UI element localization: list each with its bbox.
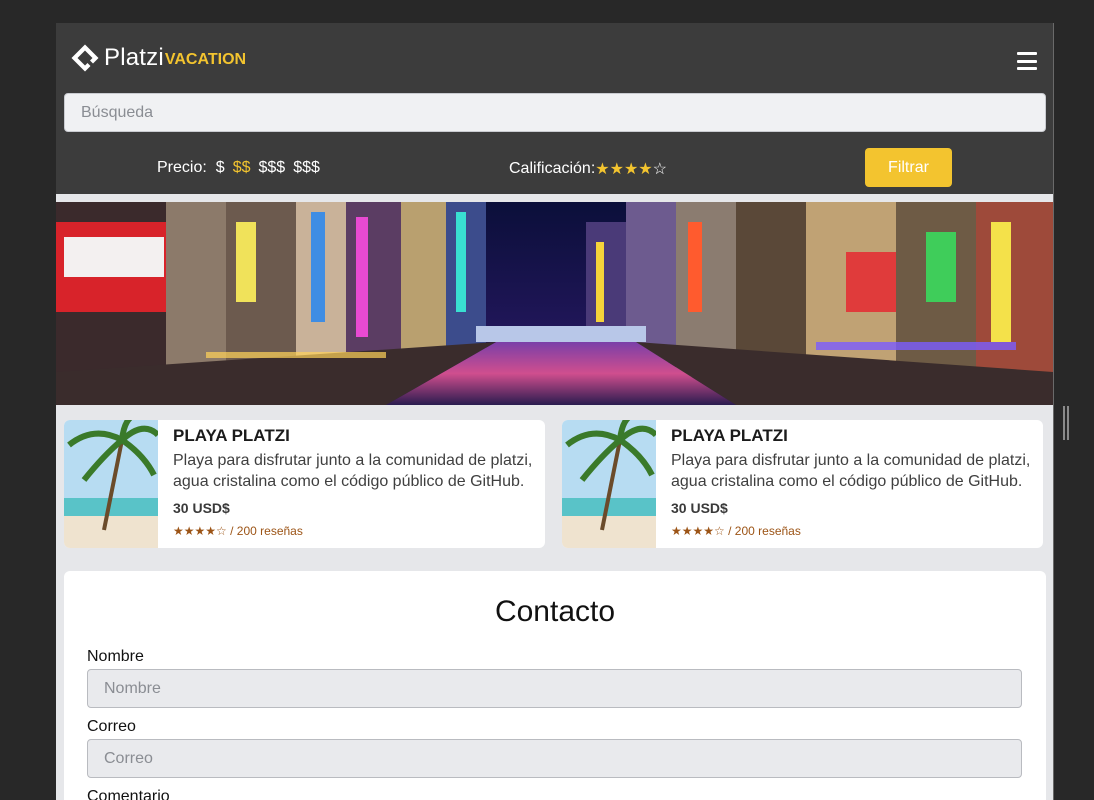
site-header: Platzi VACATION Precio: $ $$ $$$ $$$ Cal… bbox=[56, 23, 1053, 194]
email-input[interactable] bbox=[87, 739, 1022, 778]
card-reviews: / 200 reseñas bbox=[728, 524, 801, 538]
card-title: PLAYA PLATZI bbox=[173, 426, 290, 445]
price-option-3[interactable]: $$$ bbox=[259, 159, 286, 177]
rating-label: Calificación: bbox=[509, 160, 596, 177]
filter-button[interactable]: Filtrar bbox=[865, 148, 952, 187]
card-price: 30 USD$ bbox=[671, 500, 728, 516]
card-stars: ★★★★☆ bbox=[671, 524, 725, 538]
card-rating: ★★★★☆ / 200 reseñas bbox=[671, 524, 1031, 538]
card-body: PLAYA PLATZI Playa para disfrutar junto … bbox=[158, 420, 533, 548]
window-edge bbox=[1053, 23, 1054, 800]
brand-logo[interactable]: Platzi VACATION bbox=[70, 43, 246, 73]
price-label: Precio: bbox=[157, 159, 207, 176]
card-rating: ★★★★☆ / 200 reseñas bbox=[173, 524, 533, 538]
card-description: Playa para disfrutar junto a la comunida… bbox=[671, 452, 1031, 490]
destination-card[interactable]: PLAYA PLATZI Playa para disfrutar junto … bbox=[562, 420, 1043, 548]
card-price: 30 USD$ bbox=[173, 500, 230, 516]
rating-stars-selector[interactable]: ★★★★☆ bbox=[595, 159, 667, 179]
brand-name: Platzi bbox=[104, 44, 164, 71]
email-label: Correo bbox=[87, 718, 136, 735]
resize-handle[interactable] bbox=[1063, 406, 1071, 440]
price-option-4[interactable]: $$$ bbox=[293, 159, 320, 177]
card-body: PLAYA PLATZI Playa para disfrutar junto … bbox=[656, 420, 1031, 548]
contact-form: Contacto Nombre Correo Comentario bbox=[64, 571, 1046, 800]
card-title: PLAYA PLATZI bbox=[671, 426, 788, 445]
contact-title: Contacto bbox=[494, 595, 616, 628]
hamburger-menu-icon[interactable] bbox=[1017, 52, 1037, 70]
name-input[interactable] bbox=[87, 669, 1022, 708]
brand-suffix: VACATION bbox=[164, 51, 247, 68]
card-description: Playa para disfrutar junto a la comunida… bbox=[173, 452, 533, 490]
rating-empty-star: ☆ bbox=[652, 161, 667, 178]
search-input[interactable] bbox=[64, 93, 1046, 132]
card-reviews: / 200 reseñas bbox=[230, 524, 303, 538]
price-filter: Precio: $ $$ $$$ $$$ bbox=[157, 159, 320, 177]
price-option-1[interactable]: $ bbox=[216, 159, 225, 177]
beach-image bbox=[562, 420, 656, 548]
page-viewport: Platzi VACATION Precio: $ $$ $$$ $$$ Cal… bbox=[56, 23, 1053, 800]
comment-label: Comentario bbox=[87, 788, 170, 800]
card-stars: ★★★★☆ bbox=[173, 524, 227, 538]
rating-filter: Calificación: ★★★★☆ bbox=[509, 159, 667, 179]
platzi-logo-icon bbox=[71, 44, 99, 72]
name-label: Nombre bbox=[87, 648, 144, 665]
rating-filled-stars: ★★★★ bbox=[595, 161, 653, 178]
price-option-2[interactable]: $$ bbox=[233, 159, 251, 177]
beach-image bbox=[64, 420, 158, 548]
destination-card[interactable]: PLAYA PLATZI Playa para disfrutar junto … bbox=[64, 420, 545, 548]
hero-banner-image bbox=[56, 202, 1053, 405]
